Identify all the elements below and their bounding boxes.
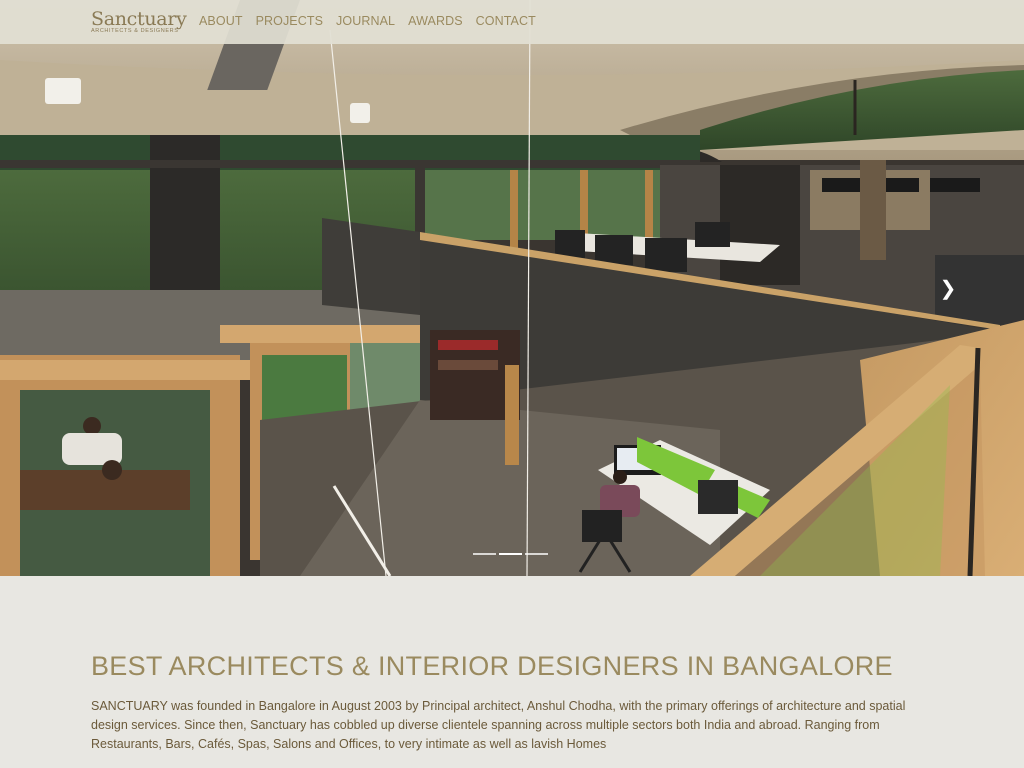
slider-dot-3[interactable] bbox=[525, 553, 548, 555]
nav-about[interactable]: ABOUT bbox=[199, 14, 243, 28]
main-nav: ABOUT PROJECTS JOURNAL AWARDS CONTACT bbox=[199, 14, 536, 28]
intro-paragraph: SANCTUARY was founded in Bangalore in Au… bbox=[91, 699, 906, 751]
nav-contact[interactable]: CONTACT bbox=[476, 14, 536, 28]
logo-tagline: ARCHITECTS & DESIGNERS bbox=[91, 28, 179, 34]
hero-slider: ❯ bbox=[0, 0, 1024, 576]
hero-image bbox=[0, 0, 1024, 576]
logo-text: Sanctuary bbox=[91, 8, 187, 30]
chevron-right-icon[interactable]: ❯ bbox=[938, 278, 958, 300]
logo[interactable]: Sanctuary ARCHITECTS & DESIGNERS bbox=[91, 9, 187, 34]
site-header: Sanctuary ARCHITECTS & DESIGNERS ABOUT P… bbox=[0, 0, 1024, 44]
intro-section: BEST ARCHITECTS & INTERIOR DESIGNERS IN … bbox=[0, 576, 1024, 768]
slider-dot-1[interactable] bbox=[473, 553, 496, 555]
nav-journal[interactable]: JOURNAL bbox=[336, 14, 395, 28]
slider-dot-2[interactable] bbox=[499, 553, 522, 555]
slider-dots bbox=[473, 553, 548, 555]
nav-projects[interactable]: PROJECTS bbox=[256, 14, 323, 28]
page-title: BEST ARCHITECTS & INTERIOR DESIGNERS IN … bbox=[91, 651, 893, 681]
nav-awards[interactable]: AWARDS bbox=[408, 14, 463, 28]
